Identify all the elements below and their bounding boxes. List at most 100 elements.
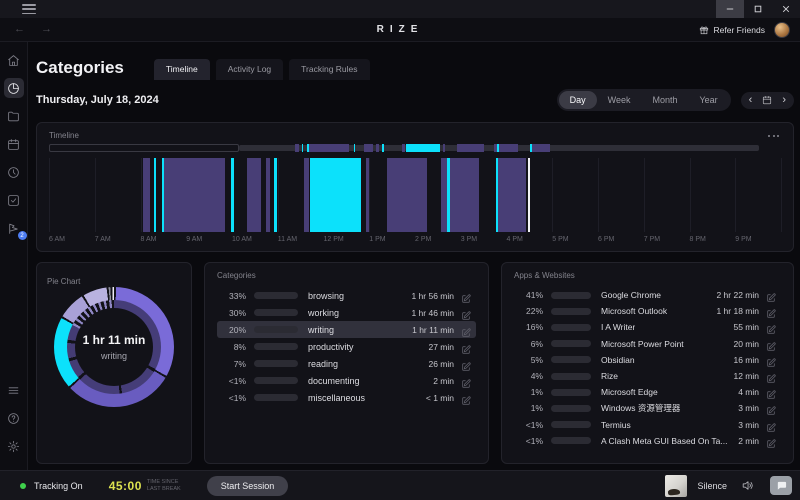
edit-icon[interactable] bbox=[461, 308, 471, 318]
media-title: Silence bbox=[697, 481, 727, 491]
category-row[interactable]: 30%working1 hr 46 min bbox=[217, 304, 476, 321]
close-button[interactable] bbox=[772, 0, 800, 18]
tab-activity-log[interactable]: Activity Log bbox=[216, 59, 283, 80]
maximize-button[interactable] bbox=[744, 0, 772, 18]
more-options-icon[interactable] bbox=[766, 133, 781, 139]
usage-bar bbox=[551, 308, 591, 315]
app-row[interactable]: 16%I A Writer55 min bbox=[514, 319, 781, 335]
edit-icon[interactable] bbox=[461, 359, 471, 369]
timeline-activity-bar[interactable] bbox=[310, 158, 361, 232]
app-row[interactable]: <1%Termius3 min bbox=[514, 417, 781, 433]
usage-bar bbox=[254, 292, 298, 299]
help-icon bbox=[7, 412, 20, 425]
timeline-activity-bar[interactable] bbox=[304, 158, 308, 232]
sidebar-item-home[interactable] bbox=[4, 50, 24, 70]
timeline-activity-bar[interactable] bbox=[164, 158, 225, 232]
time-label: 2 min bbox=[427, 376, 454, 386]
edit-icon[interactable] bbox=[461, 291, 471, 301]
range-day[interactable]: Day bbox=[559, 91, 597, 109]
refer-friends-button[interactable]: Refer Friends bbox=[699, 25, 766, 35]
edit-icon[interactable] bbox=[461, 376, 471, 386]
usage-bar bbox=[254, 394, 298, 401]
prev-day-button[interactable]: ‹ bbox=[749, 95, 753, 106]
timeline-activity-bar[interactable] bbox=[143, 158, 150, 232]
edit-icon[interactable] bbox=[461, 393, 471, 403]
time-label: < 1 min bbox=[420, 393, 454, 403]
edit-icon[interactable] bbox=[766, 371, 776, 381]
time-label: 16 min bbox=[727, 355, 759, 365]
timeline-overview-strip[interactable] bbox=[49, 144, 781, 152]
grid-line bbox=[141, 158, 142, 232]
timeline-activity-bar[interactable] bbox=[154, 158, 157, 232]
sidebar-item-list[interactable] bbox=[4, 380, 24, 400]
timeline-activity-bar[interactable] bbox=[447, 158, 450, 232]
app-row[interactable]: 1%Windows 资源管理器3 min bbox=[514, 400, 781, 416]
tab-timeline[interactable]: Timeline bbox=[154, 59, 210, 80]
back-arrow-icon[interactable]: ← bbox=[14, 24, 25, 35]
edit-icon[interactable] bbox=[766, 322, 776, 332]
range-year[interactable]: Year bbox=[688, 91, 728, 109]
edit-icon[interactable] bbox=[461, 325, 471, 335]
minimize-button[interactable] bbox=[716, 0, 744, 18]
menu-icon[interactable] bbox=[22, 4, 36, 14]
timeline-activity-bar[interactable] bbox=[496, 158, 526, 232]
axis-tick-label: 7 PM bbox=[644, 236, 660, 243]
edit-icon[interactable] bbox=[766, 306, 776, 316]
start-session-button[interactable]: Start Session bbox=[207, 476, 289, 496]
app-row[interactable]: 5%Obsidian16 min bbox=[514, 352, 781, 368]
edit-icon[interactable] bbox=[766, 355, 776, 365]
forward-arrow-icon[interactable]: → bbox=[41, 24, 52, 35]
sidebar-item-projects[interactable] bbox=[4, 106, 24, 126]
timeline-activity-bar[interactable] bbox=[387, 158, 427, 232]
next-day-button[interactable]: › bbox=[782, 95, 786, 106]
sidebar-item-reports[interactable] bbox=[4, 78, 24, 98]
timeline-activity-bar[interactable] bbox=[266, 158, 270, 232]
timeline-activity-bar[interactable] bbox=[231, 158, 234, 232]
item-label: miscellaneous bbox=[308, 393, 365, 403]
timeline-activity-bar[interactable] bbox=[247, 158, 261, 232]
range-month[interactable]: Month bbox=[641, 91, 688, 109]
category-row[interactable]: <1%documenting2 min bbox=[217, 372, 476, 389]
chat-button[interactable] bbox=[770, 476, 792, 495]
timeline-activity-bar[interactable] bbox=[366, 158, 369, 232]
app-row[interactable]: 4%Rize12 min bbox=[514, 368, 781, 384]
edit-icon[interactable] bbox=[461, 342, 471, 352]
sidebar-item-calendar[interactable] bbox=[4, 134, 24, 154]
sidebar-item-help[interactable] bbox=[4, 408, 24, 428]
app-row[interactable]: 41%Google Chrome2 hr 22 min bbox=[514, 287, 781, 303]
timeline-activity-bar[interactable] bbox=[274, 158, 276, 232]
app-row[interactable]: <1%A Clash Meta GUI Based On Ta...2 min bbox=[514, 433, 781, 449]
edit-icon[interactable] bbox=[766, 387, 776, 397]
sidebar-item-notifications[interactable]: 2 bbox=[4, 218, 24, 238]
category-row[interactable]: 20%writing1 hr 11 min bbox=[217, 321, 476, 338]
speaker-icon[interactable] bbox=[741, 479, 754, 492]
tab-tracking-rules[interactable]: Tracking Rules bbox=[289, 59, 369, 80]
item-label: working bbox=[308, 308, 339, 318]
axis-tick-label: 1 PM bbox=[369, 236, 385, 243]
item-label: Microsoft Edge bbox=[601, 387, 658, 397]
time-label: 1 hr 18 min bbox=[710, 306, 759, 316]
edit-icon[interactable] bbox=[766, 290, 776, 300]
app-row[interactable]: 6%Microsoft Power Point20 min bbox=[514, 336, 781, 352]
sidebar-item-history[interactable] bbox=[4, 162, 24, 182]
category-row[interactable]: 7%reading26 min bbox=[217, 355, 476, 372]
break-timer-caption: Time since last break bbox=[147, 479, 181, 493]
item-label: Rize bbox=[601, 371, 618, 381]
range-week[interactable]: Week bbox=[597, 91, 642, 109]
sidebar-item-tasks[interactable] bbox=[4, 190, 24, 210]
donut-chart[interactable]: 1 hr 11 min writing bbox=[54, 287, 174, 407]
app-row[interactable]: 22%Microsoft Outlook1 hr 18 min bbox=[514, 303, 781, 319]
category-row[interactable]: 8%productivity27 min bbox=[217, 338, 476, 355]
edit-icon[interactable] bbox=[766, 436, 776, 446]
calendar-picker-icon[interactable] bbox=[762, 95, 772, 105]
app-row[interactable]: 1%Microsoft Edge4 min bbox=[514, 384, 781, 400]
chat-bubble-icon bbox=[776, 480, 787, 491]
category-row[interactable]: 33%browsing1 hr 56 min bbox=[217, 287, 476, 304]
category-row[interactable]: <1%miscellaneous< 1 min bbox=[217, 389, 476, 406]
avatar[interactable] bbox=[774, 22, 790, 38]
sidebar-item-settings[interactable] bbox=[4, 436, 24, 456]
edit-icon[interactable] bbox=[766, 339, 776, 349]
timeline-activity-bar[interactable] bbox=[496, 158, 499, 232]
edit-icon[interactable] bbox=[766, 420, 776, 430]
edit-icon[interactable] bbox=[766, 403, 776, 413]
